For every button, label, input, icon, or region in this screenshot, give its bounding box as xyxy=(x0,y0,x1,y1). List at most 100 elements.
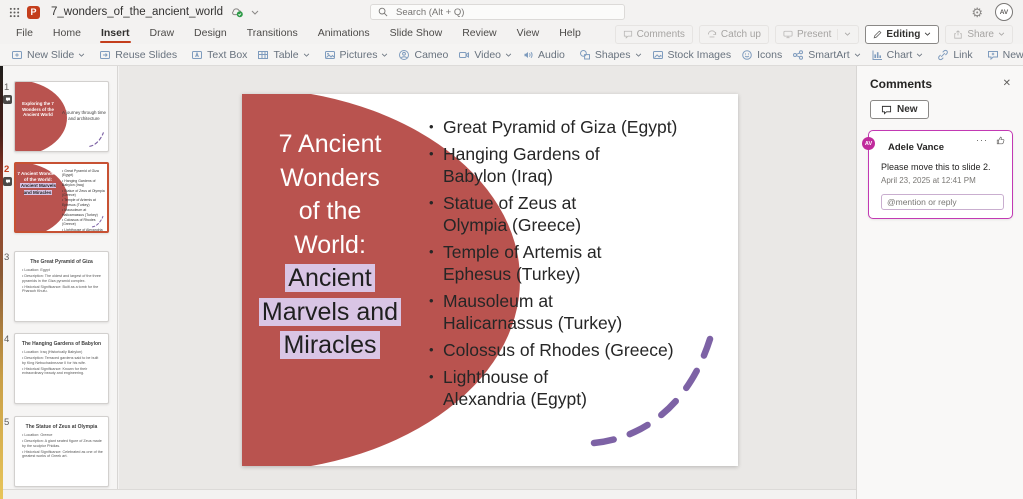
menu-help[interactable]: Help xyxy=(549,24,591,44)
menu-bar: File Home Insert Draw Design Transitions… xyxy=(0,24,1023,44)
reuse-slides-icon xyxy=(100,50,111,59)
share-button[interactable]: Share xyxy=(945,24,1013,44)
title-bar: P 7_wonders_of_the_ancient_world ⚙ AV xyxy=(0,0,1023,24)
slide-bullet: Mausoleum atHalicarnassus (Turkey) xyxy=(426,290,734,334)
thumbnail-4-title: The Hanging Gardens of Babylon xyxy=(21,341,102,347)
comments-panel: Comments ✕ New AV Adele Vance ··· Please… xyxy=(856,66,1023,499)
new-slide-icon xyxy=(12,50,22,59)
ribbon-audio-button[interactable]: Audio xyxy=(517,46,570,64)
thumbnail-2-title: 7 Ancient Wonders of the World: Ancient … xyxy=(17,171,59,195)
highlighted-title-text: Marvels and xyxy=(258,297,402,326)
present-dropdown-chevron-icon[interactable] xyxy=(844,32,851,36)
menu-home[interactable]: Home xyxy=(43,24,91,44)
ribbon-video-button[interactable]: Video xyxy=(453,46,517,64)
powerpoint-logo-icon[interactable]: P xyxy=(27,5,40,19)
thumbnail-1-title: Exploring the 7 Wonders of the Ancient W… xyxy=(22,101,54,118)
slide-bullet: Hanging Gardens ofBabylon (Iraq) xyxy=(426,143,734,187)
menu-design[interactable]: Design xyxy=(184,24,237,44)
comment-author-name: Adele Vance xyxy=(888,142,944,153)
slide-bullet: Temple of Artemis atEphesus (Turkey) xyxy=(426,241,734,285)
menu-file[interactable]: File xyxy=(6,24,43,44)
thumbnail-3-number: 3 xyxy=(4,252,10,263)
thumbnail-2-comment-badge-icon xyxy=(3,177,12,186)
text-box-icon xyxy=(192,50,203,59)
ribbon-text-box-button[interactable]: Text Box xyxy=(186,46,252,64)
thumbnail-1-comment-badge-icon xyxy=(3,95,12,104)
slide-thumbnail-5[interactable]: The Statue of Zeus at Olympia Location: … xyxy=(14,416,109,487)
comment-timestamp: April 23, 2025 at 12:41 PM xyxy=(881,176,976,185)
title-dropdown-chevron-icon[interactable] xyxy=(251,10,259,15)
status-bar xyxy=(0,489,856,499)
menu-animations[interactable]: Animations xyxy=(308,24,380,44)
highlighted-title-text: Ancient xyxy=(285,264,375,292)
comment-card[interactable]: AV Adele Vance ··· Please move this to s… xyxy=(862,130,1013,219)
document-title[interactable]: 7_wonders_of_the_ancient_world xyxy=(51,6,223,18)
slide-title-textbox[interactable]: 7 Ancient Wonders of the World: Ancient … xyxy=(248,128,412,363)
ribbon-cameo-button[interactable]: Cameo xyxy=(393,46,453,64)
slide-thumbnail-2-selected[interactable]: 7 Ancient Wonders of the World: Ancient … xyxy=(14,162,109,233)
search-icon xyxy=(378,7,388,17)
slide-thumbnail-panel: 1 Exploring the 7 Wonders of the Ancient… xyxy=(0,66,118,490)
share-dropdown-chevron-icon xyxy=(998,32,1005,36)
share-icon xyxy=(954,29,962,39)
smartart-icon xyxy=(793,49,804,60)
ribbon-icons-button[interactable]: Icons xyxy=(736,46,787,64)
ribbon-new-comment-button[interactable]: New Comment xyxy=(982,46,1023,64)
ribbon-table-button[interactable]: Table xyxy=(252,46,314,64)
ribbon-smartart-button[interactable]: SmartArt xyxy=(787,46,865,64)
menu-slide-show[interactable]: Slide Show xyxy=(380,24,453,44)
menu-transitions[interactable]: Transitions xyxy=(237,24,308,44)
menu-review[interactable]: Review xyxy=(452,24,506,44)
app-launcher-icon[interactable] xyxy=(9,7,20,18)
slide-dashed-arc-decoration[interactable] xyxy=(582,329,727,461)
account-avatar[interactable]: AV xyxy=(995,3,1013,21)
video-icon xyxy=(459,51,470,58)
pencil-icon xyxy=(874,30,882,38)
ribbon-pictures-button[interactable]: Pictures xyxy=(319,46,394,64)
ribbon-toolbar: New Slide Reuse Slides Text Box Table Pi… xyxy=(0,44,1023,66)
ribbon-shapes-button[interactable]: Shapes xyxy=(574,46,647,64)
current-slide[interactable]: 7 Ancient Wonders of the World: Ancient … xyxy=(242,94,738,466)
table-icon xyxy=(258,50,269,59)
audio-icon xyxy=(524,51,533,58)
slide-thumbnail-3[interactable]: The Great Pyramid of Giza Location: Egyp… xyxy=(14,251,109,322)
new-comment-icon xyxy=(987,50,998,60)
slide-bullet: Statue of Zeus atOlympia (Greece) xyxy=(426,192,734,236)
comment-like-icon[interactable] xyxy=(996,136,1005,145)
menu-view[interactable]: View xyxy=(507,24,550,44)
search-box[interactable] xyxy=(370,4,625,20)
ribbon-link-button[interactable]: Link xyxy=(932,46,977,64)
pictures-icon xyxy=(324,50,335,59)
thumbnail-1-dash-decoration xyxy=(89,132,104,147)
slide-thumbnail-4[interactable]: The Hanging Gardens of Babylon Location:… xyxy=(14,333,109,404)
editing-mode-button[interactable]: Editing xyxy=(865,24,940,44)
chart-icon xyxy=(872,50,882,60)
settings-gear-icon[interactable]: ⚙ xyxy=(971,6,983,19)
menu-draw[interactable]: Draw xyxy=(140,24,185,44)
close-comments-icon[interactable]: ✕ xyxy=(1003,79,1011,89)
saved-cloud-icon[interactable] xyxy=(230,6,244,18)
menu-insert[interactable]: Insert xyxy=(91,24,140,44)
thumbnail-3-bullets: Location: Egypt Description: The oldest … xyxy=(22,268,103,294)
new-comment-button[interactable]: New xyxy=(870,100,929,119)
comments-button[interactable]: Comments xyxy=(614,24,693,44)
thumbnail-2-number: 2 xyxy=(4,164,10,175)
comment-bubble-icon xyxy=(623,30,632,39)
shapes-icon xyxy=(579,49,590,59)
ribbon-reuse-slides-button[interactable]: Reuse Slides xyxy=(94,46,182,64)
present-button[interactable]: Present xyxy=(774,24,860,44)
thumbnail-5-title: The Statue of Zeus at Olympia xyxy=(25,424,98,430)
ribbon-chart-button[interactable]: Chart xyxy=(866,46,929,64)
comment-author-avatar: AV xyxy=(862,137,875,150)
ribbon-stock-images-button[interactable]: Stock Images xyxy=(647,46,737,64)
thumbnail-4-number: 4 xyxy=(4,334,10,345)
catch-up-button[interactable]: Catch up xyxy=(698,24,769,44)
slide-thumbnail-1[interactable]: Exploring the 7 Wonders of the Ancient W… xyxy=(14,81,109,152)
thumbnail-5-bullets: Location: Greece Description: A giant se… xyxy=(22,433,103,459)
thumbnail-2-dash-decoration xyxy=(91,215,104,228)
comment-more-options-icon[interactable]: ··· xyxy=(976,136,988,145)
search-input[interactable] xyxy=(394,5,617,19)
comment-reply-input[interactable] xyxy=(881,194,1004,210)
ribbon-new-slide-button[interactable]: New Slide xyxy=(6,46,90,64)
comment-bubble-icon xyxy=(881,105,892,115)
